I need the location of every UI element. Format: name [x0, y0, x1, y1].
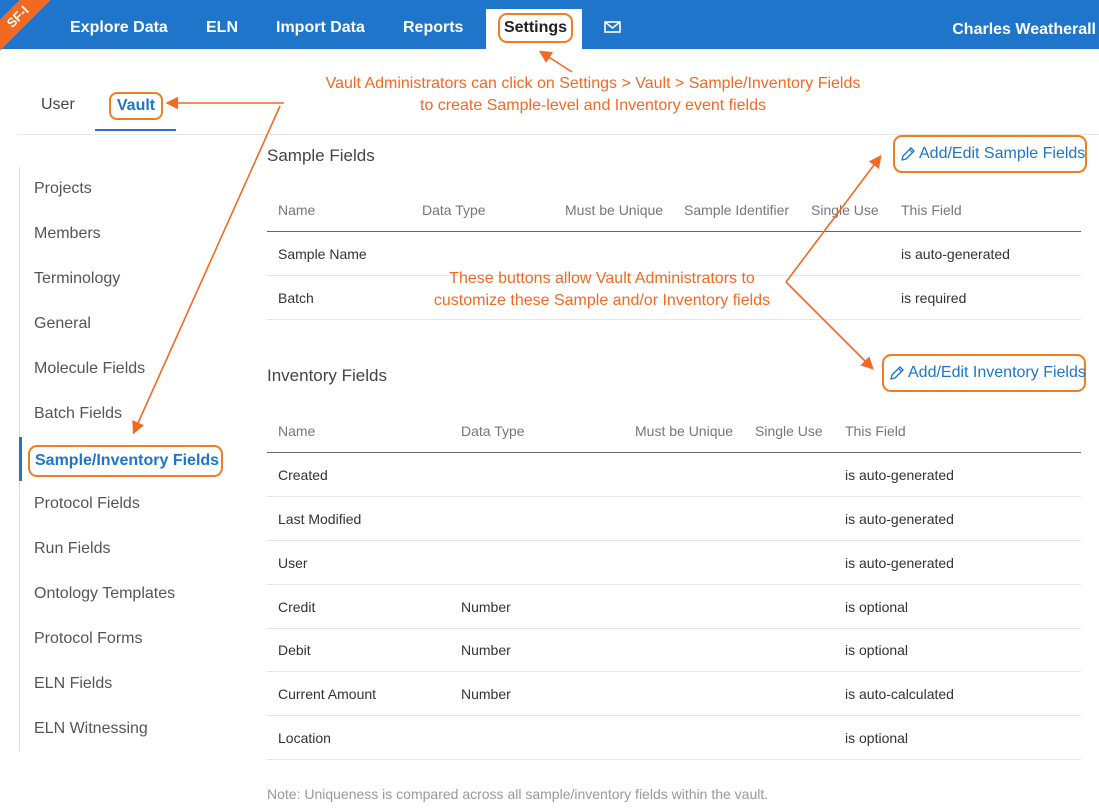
arrow-to-add-sample [785, 154, 882, 283]
sidebar-item-terminology[interactable]: Terminology [34, 270, 120, 288]
inventory-fields-title: Inventory Fields [267, 366, 387, 385]
sidebar-item-ontology-templates[interactable]: Ontology Templates [34, 585, 175, 603]
pencil-icon [890, 366, 904, 380]
inventory-row-name: Created [278, 467, 328, 483]
sidebar-item-protocol-forms[interactable]: Protocol Forms [34, 630, 142, 648]
sidebar-item-general[interactable]: General [34, 315, 91, 333]
inventory-row-status: is optional [845, 730, 909, 746]
callout-line: Vault Administrators can click on Settin… [325, 75, 861, 92]
inventory-row-name: Last Modified [278, 511, 362, 527]
row-divider [267, 496, 1081, 497]
nav-reports[interactable]: Reports [403, 0, 463, 49]
add-edit-sample-fields-button[interactable]: Add/Edit Sample Fields [893, 135, 1087, 173]
inventory-row-name: User [278, 555, 308, 571]
sample-header-divider [267, 231, 1081, 232]
inventory-header-divider [267, 452, 1081, 453]
user-name[interactable]: Charles Weatherall [952, 0, 1096, 49]
sample-header-name: Name [278, 202, 316, 218]
top-nav-bar: SF-I Explore Data ELN Import Data Report… [0, 0, 1099, 54]
add-edit-inventory-fields-button[interactable]: Add/Edit Inventory Fields [882, 354, 1086, 392]
inventory-header-data-type: Data Type [461, 423, 525, 439]
sample-row-name: Batch [278, 290, 314, 306]
inventory-row-status: is auto-generated [845, 467, 954, 483]
nav-eln[interactable]: ELN [206, 0, 238, 49]
row-divider [267, 540, 1081, 541]
callout-line: customize these Sample and/or Inventory … [433, 292, 771, 309]
sample-fields-title: Sample Fields [267, 146, 375, 165]
annotation-callout-buttons: These buttons allow Vault Administrators… [420, 268, 784, 312]
nav-explore-data[interactable]: Explore Data [70, 0, 168, 49]
inventory-row-type: Number [461, 686, 511, 702]
arrow-to-add-inventory [785, 281, 874, 370]
sidebar-item-projects[interactable]: Projects [34, 180, 92, 198]
tab-active-underline [95, 129, 176, 131]
callout-line: These buttons allow Vault Administrators… [449, 270, 755, 287]
inventory-header-single-use: Single Use [755, 423, 823, 439]
environment-ribbon: SF-I [0, 0, 55, 54]
envelope-icon[interactable] [604, 21, 621, 33]
sidebar-item-members[interactable]: Members [34, 225, 101, 243]
row-divider [267, 628, 1081, 629]
inventory-row-name: Current Amount [278, 686, 377, 702]
sidebar-item-batch-fields[interactable]: Batch Fields [34, 405, 122, 423]
tab-user[interactable]: User [41, 96, 75, 114]
sample-row-status: is auto-generated [901, 246, 1010, 262]
row-divider [267, 715, 1081, 716]
inventory-row-name: Credit [278, 599, 316, 615]
sample-header-data-type: Data Type [422, 202, 486, 218]
inventory-row-status: is auto-generated [845, 511, 954, 527]
row-divider [267, 759, 1081, 760]
inventory-row-status: is optional [845, 642, 909, 658]
row-divider [267, 584, 1081, 585]
inventory-header-must-be-unique: Must be Unique [635, 423, 734, 439]
tab-vault[interactable]: Vault [109, 92, 163, 120]
add-edit-sample-fields-label: Add/Edit Sample Fields [919, 145, 1086, 162]
sample-header-must-be-unique: Must be Unique [565, 202, 664, 218]
uniqueness-note: Note: Uniqueness is compared across all … [267, 786, 769, 802]
inventory-row-name: Debit [278, 642, 311, 658]
sample-header-this-field: This Field [901, 202, 962, 218]
inventory-row-type: Number [461, 642, 511, 658]
sidebar-active-indicator [19, 437, 22, 481]
inventory-row-status: is auto-generated [845, 555, 954, 571]
inventory-row-type: Number [461, 599, 511, 615]
inventory-row-status: is auto-calculated [845, 686, 954, 702]
annotation-callout-settings: Vault Administrators can click on Settin… [310, 73, 876, 117]
arrow-to-settings [538, 50, 573, 73]
sidebar-item-eln-witnessing[interactable]: ELN Witnessing [34, 720, 148, 738]
callout-line: to create Sample-level and Inventory eve… [420, 97, 766, 114]
row-divider [267, 319, 1081, 320]
row-divider [267, 671, 1081, 672]
sidebar-item-eln-fields[interactable]: ELN Fields [34, 675, 112, 693]
sidebar-item-molecule-fields[interactable]: Molecule Fields [34, 360, 145, 378]
sidebar-item-run-fields[interactable]: Run Fields [34, 540, 110, 558]
nav-import-data[interactable]: Import Data [276, 0, 365, 49]
arrow-to-sample-inventory [132, 105, 281, 435]
add-edit-inventory-fields-label: Add/Edit Inventory Fields [908, 364, 1086, 381]
inventory-header-name: Name [278, 423, 316, 439]
sidebar-item-sample-inventory-fields[interactable]: Sample/Inventory Fields [28, 445, 223, 477]
sample-header-sample-identifier: Sample Identifier [684, 202, 790, 218]
sample-header-single-use: Single Use [811, 202, 879, 218]
inventory-row-name: Location [278, 730, 331, 746]
inventory-header-this-field: This Field [845, 423, 906, 439]
sample-row-status: is required [901, 290, 967, 306]
sidebar-item-protocol-fields[interactable]: Protocol Fields [34, 495, 140, 513]
pencil-icon [901, 147, 915, 161]
sample-row-name: Sample Name [278, 246, 367, 262]
nav-settings[interactable]: Settings [498, 13, 573, 43]
inventory-row-status: is optional [845, 599, 909, 615]
